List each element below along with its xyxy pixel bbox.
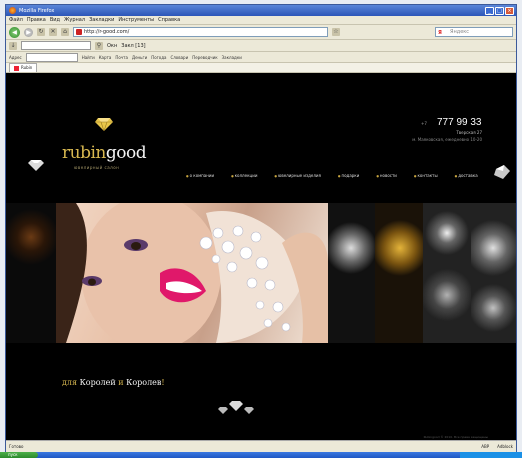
menu-help[interactable]: Справка: [158, 17, 180, 23]
menu-tools[interactable]: Инструменты: [118, 17, 154, 23]
search-input[interactable]: Я Яндекс: [435, 27, 513, 37]
minimize-button[interactable]: _: [485, 6, 494, 15]
yandex-bar-translate[interactable]: Переводчик: [192, 55, 217, 60]
phone-number: 777 99 33: [437, 117, 482, 128]
window-title: Mozilla Firefox: [19, 7, 55, 14]
browser-window: Mozilla Firefox _ □ × Файл Правка Вид Жу…: [5, 4, 517, 452]
toolbar-search-icon[interactable]: ⚲: [95, 41, 103, 50]
tab-label: Rubin: [21, 65, 33, 70]
maximize-button[interactable]: □: [495, 6, 504, 15]
search-engine-icon: Я: [438, 30, 442, 36]
slogan-part1: для: [62, 378, 80, 387]
toolbar-link-windows[interactable]: Окн: [107, 43, 117, 49]
navigation-toolbar: ◀ ▶ ↻ ✕ ⌂ http://r-good.com/ ☆ Я Яндекс: [6, 25, 516, 40]
custom-toolbar: ↓ ⚲ Окн Закл [13]: [6, 40, 516, 52]
silver-rings-photo[interactable]: [471, 203, 516, 343]
reload-icon[interactable]: ↻: [37, 28, 45, 36]
diamond-logo-icon: [95, 118, 113, 131]
site-logo[interactable]: rubingood: [62, 143, 147, 163]
nav-item-gifts[interactable]: подарки: [338, 173, 359, 178]
tab-bar: Rubin: [6, 63, 516, 73]
yandex-bar-weather[interactable]: Погода: [151, 55, 166, 60]
menu-view[interactable]: Вид: [50, 17, 60, 23]
scattered-diamonds-icon: [218, 401, 254, 414]
nav-item-delivery[interactable]: доставка: [455, 173, 477, 178]
heart-pendant-photo[interactable]: [6, 203, 56, 343]
toolbar-field[interactable]: [21, 41, 91, 50]
yandex-bar-input[interactable]: [25, 52, 78, 62]
back-icon[interactable]: ◀: [9, 26, 20, 38]
firefox-icon: [9, 7, 16, 14]
status-addons: ABP Adblock: [481, 444, 513, 449]
menu-bar: Файл Правка Вид Журнал Закладки Инструме…: [6, 16, 516, 25]
status-addon-1[interactable]: ABP: [481, 444, 489, 449]
model-with-pearls-photo: [56, 203, 328, 343]
menu-bookmarks[interactable]: Закладки: [89, 17, 114, 23]
status-addon-2[interactable]: Adblock: [497, 444, 513, 449]
close-button[interactable]: ×: [505, 6, 514, 15]
yandex-bar-map[interactable]: Карта: [99, 55, 112, 60]
photo-strip: [6, 203, 516, 343]
gold-ring-photo[interactable]: [375, 203, 423, 343]
slogan: для Королей и Королев!: [62, 378, 165, 387]
yandex-bar-label: Адрес: [9, 54, 22, 60]
yandex-bar-money[interactable]: Деньги: [132, 55, 147, 60]
system-tray: [460, 452, 522, 458]
site-favicon-icon: [76, 29, 82, 35]
watch-photo[interactable]: [328, 203, 375, 343]
status-text: Готово: [9, 444, 24, 449]
logo-part1: rubin: [62, 143, 106, 163]
nav-item-jewelry[interactable]: ювелирные изделия: [274, 173, 321, 178]
diamond-rings-photo[interactable]: [423, 203, 471, 343]
yandex-bar-bookmarks[interactable]: Закладки: [222, 55, 242, 60]
toolbar-arrow-icon[interactable]: ↓: [9, 41, 17, 50]
address-line-2: м. Маяковская, ежедневно 10-20: [412, 137, 482, 142]
copyright: Rubingood © 2010. Все права защищены: [423, 435, 488, 439]
diamond-decor-icon: [494, 165, 510, 179]
address-bar[interactable]: http://r-good.com/: [73, 27, 328, 37]
model-illustration: [56, 203, 328, 343]
slogan-part5: !: [161, 378, 165, 387]
menu-history[interactable]: Журнал: [64, 17, 85, 23]
taskbar: пуск: [0, 452, 522, 458]
address-text: http://r-good.com/: [84, 29, 130, 35]
forward-icon[interactable]: ▶: [24, 27, 33, 37]
feed-icon[interactable]: ☆: [332, 28, 340, 36]
site-tagline: ювелирный салон: [74, 165, 120, 170]
search-placeholder: Яндекс: [450, 29, 470, 35]
menu-file[interactable]: Файл: [9, 17, 23, 23]
yandex-bar: Адрес Найти Карта Почта Деньги Погода Сл…: [6, 52, 516, 63]
home-icon[interactable]: ⌂: [61, 28, 69, 36]
nav-item-about[interactable]: о компании: [186, 173, 214, 178]
slogan-part4: Королев: [126, 378, 162, 387]
slogan-part2: Королей: [79, 378, 116, 387]
tab-active[interactable]: Rubin: [9, 63, 38, 72]
menu-edit[interactable]: Правка: [27, 17, 46, 23]
tab-favicon-icon: [14, 65, 19, 71]
phone-prefix: +7: [421, 121, 427, 126]
yandex-bar-mail[interactable]: Почта: [115, 55, 128, 60]
site-navigation: о компании коллекции ювелирные изделия п…: [186, 173, 478, 178]
status-bar: Готово ABP Adblock: [6, 440, 516, 452]
web-page: rubingood ювелирный салон +7 777 99 33 Т…: [6, 73, 516, 440]
logo-part2: good: [105, 143, 147, 163]
window-controls: _ □ ×: [485, 6, 516, 15]
diamond-decor-icon: [28, 160, 44, 171]
title-bar: Mozilla Firefox _ □ ×: [6, 5, 516, 16]
yandex-bar-find[interactable]: Найти: [82, 55, 95, 60]
nav-item-collections[interactable]: коллекции: [231, 173, 258, 178]
start-button[interactable]: пуск: [0, 452, 38, 458]
slogan-part3: и: [115, 378, 127, 387]
nav-item-news[interactable]: новости: [376, 173, 397, 178]
nav-item-contacts[interactable]: контакты: [414, 173, 437, 178]
stop-icon[interactable]: ✕: [49, 28, 57, 36]
toolbar-link-bookmarks[interactable]: Закл [13]: [121, 43, 145, 49]
yandex-bar-dict[interactable]: Словари: [170, 55, 188, 60]
address-line-1: Тверская 27: [456, 130, 482, 135]
